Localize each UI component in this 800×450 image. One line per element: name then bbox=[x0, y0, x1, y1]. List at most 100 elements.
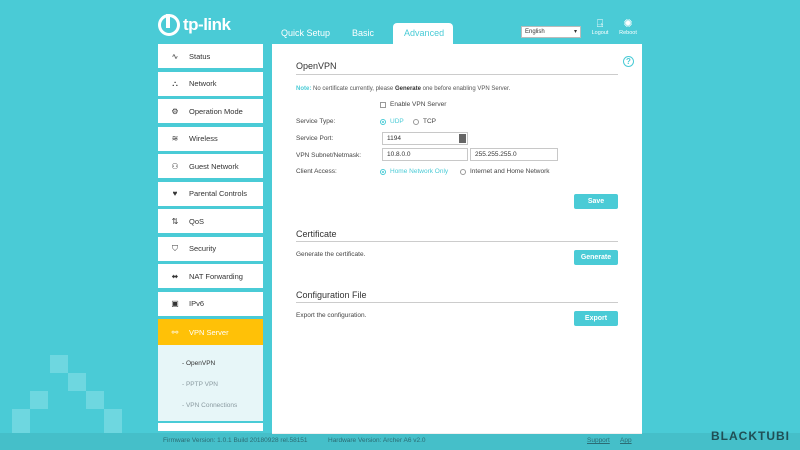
radio-dot bbox=[413, 118, 419, 125]
reboot-icon: ✺ bbox=[623, 18, 633, 30]
openvpn-note: Note: No certificate currently, please G… bbox=[296, 86, 510, 92]
configuration-file-title: Configuration File bbox=[296, 290, 367, 300]
wifi-icon: ≋ bbox=[171, 134, 179, 143]
sidebar-item-guest-network[interactable]: ⚇ Guest Network bbox=[158, 154, 263, 178]
logout-button[interactable]: ⍈ Logout bbox=[588, 18, 612, 36]
vpn-netmask-value: 255.255.255.0 bbox=[475, 151, 517, 158]
radio-dot bbox=[380, 168, 386, 175]
sidebar-item-status[interactable]: ∿ Status bbox=[158, 44, 263, 68]
logout-icon: ⍈ bbox=[596, 18, 604, 30]
generate-button[interactable]: Generate bbox=[574, 250, 618, 265]
sidebar-item-ipv6[interactable]: ▣ IPv6 bbox=[158, 291, 263, 316]
help-icon[interactable]: ? bbox=[623, 56, 634, 67]
decor-block bbox=[50, 355, 68, 373]
save-button[interactable]: Save bbox=[574, 194, 618, 209]
decor-block bbox=[12, 409, 30, 433]
sidebar-more bbox=[158, 423, 263, 431]
certificate-title: Certificate bbox=[296, 229, 337, 239]
operation-mode-icon: ⚙ bbox=[171, 106, 179, 116]
tp-link-logo: tp-link bbox=[158, 14, 231, 36]
checkbox-box bbox=[380, 101, 386, 108]
decor-block bbox=[86, 391, 104, 409]
vpn-subnet-label: VPN Subnet/Netmask: bbox=[296, 152, 362, 159]
divider bbox=[296, 74, 618, 75]
language-value: English bbox=[525, 29, 545, 35]
divider bbox=[296, 302, 618, 303]
network-icon: ⛬ bbox=[172, 78, 178, 88]
link-icon: ⚯ bbox=[171, 327, 179, 337]
reboot-button[interactable]: ✺ Reboot bbox=[616, 18, 640, 36]
logout-label: Logout bbox=[591, 30, 609, 36]
sidebar-item-parental-controls[interactable]: ♥ Parental Controls bbox=[158, 181, 263, 206]
note-label: Note: bbox=[296, 86, 312, 92]
sidebar-item-security[interactable]: ⛉ Security bbox=[158, 236, 263, 261]
enable-vpn-label: Enable VPN Server bbox=[390, 101, 447, 108]
sidebar-item-label: Operation Mode bbox=[189, 106, 243, 116]
watermark: BLACKTUBI bbox=[711, 429, 790, 443]
port-stepper-icon[interactable] bbox=[459, 134, 466, 143]
sidebar-item-vpn-server[interactable]: ⚯ VPN Server bbox=[158, 319, 263, 345]
tcp-radio[interactable]: TCP bbox=[413, 118, 436, 125]
sidebar-item-label: Security bbox=[189, 244, 217, 253]
submenu-item-openvpn[interactable]: - OpenVPN bbox=[158, 353, 263, 374]
configuration-file-desc: Export the configuration. bbox=[296, 312, 367, 319]
vpn-subnet-value: 10.8.0.0 bbox=[387, 151, 411, 158]
shield-icon: ⛉ bbox=[172, 243, 178, 253]
guest-icon: ⚇ bbox=[171, 161, 179, 171]
sidebar-item-label: NAT Forwarding bbox=[189, 271, 243, 281]
decor-block bbox=[104, 409, 122, 433]
sidebar-item-network[interactable]: ⛬ Network bbox=[158, 71, 263, 96]
pulse-icon: ∿ bbox=[171, 51, 179, 61]
sidebar-item-label: Wireless bbox=[189, 134, 218, 143]
service-port-input[interactable]: 1194 bbox=[382, 132, 468, 145]
note-text-end: one before enabling VPN Server. bbox=[420, 86, 511, 92]
service-port-value: 1194 bbox=[387, 135, 401, 142]
nat-icon: ⬌ bbox=[171, 271, 179, 281]
service-port-label: Service Port: bbox=[296, 135, 334, 142]
divider bbox=[296, 241, 618, 242]
tab-basic[interactable]: Basic bbox=[341, 23, 385, 44]
radio-dot bbox=[380, 118, 386, 125]
sidebar-item-nat-forwarding[interactable]: ⬌ NAT Forwarding bbox=[158, 264, 263, 288]
export-button[interactable]: Export bbox=[574, 311, 618, 326]
tab-quick-setup[interactable]: Quick Setup bbox=[270, 23, 341, 44]
client-access-label: Client Access: bbox=[296, 168, 337, 175]
certificate-desc: Generate the certificate. bbox=[296, 251, 366, 258]
app-link[interactable]: App bbox=[620, 437, 632, 444]
top-tabs: Quick Setup Basic Advanced bbox=[270, 23, 454, 44]
openvpn-title: OpenVPN bbox=[296, 61, 337, 71]
tcp-label: TCP bbox=[423, 118, 436, 125]
udp-label: UDP bbox=[390, 118, 404, 125]
vpn-submenu: - OpenVPN - PPTP VPN - VPN Connections bbox=[158, 345, 263, 421]
submenu-item-pptp-vpn[interactable]: - PPTP VPN bbox=[158, 374, 263, 395]
sidebar-item-wireless[interactable]: ≋ Wireless bbox=[158, 126, 263, 151]
enable-vpn-checkbox[interactable]: Enable VPN Server bbox=[380, 101, 446, 108]
reboot-label: Reboot bbox=[619, 30, 637, 36]
vpn-netmask-input[interactable]: 255.255.255.0 bbox=[470, 148, 558, 161]
home-network-only-radio[interactable]: Home Network Only bbox=[380, 168, 448, 175]
language-select[interactable]: English ▾ bbox=[521, 26, 581, 38]
sidebar-item-label: Parental Controls bbox=[189, 189, 247, 198]
sidebar-item-label: IPv6 bbox=[189, 299, 205, 308]
sidebar-item-label: VPN Server bbox=[189, 327, 229, 337]
decor-block bbox=[30, 391, 48, 409]
sidebar-item-qos[interactable]: ⇅ QoS bbox=[158, 209, 263, 233]
ipv6-icon: ▣ bbox=[171, 299, 179, 308]
qos-icon: ⇅ bbox=[171, 216, 179, 226]
vpn-subnet-input[interactable]: 10.8.0.0 bbox=[382, 148, 468, 161]
sidebar-item-operation-mode[interactable]: ⚙ Operation Mode bbox=[158, 99, 263, 123]
service-type-label: Service Type: bbox=[296, 118, 336, 125]
tab-advanced[interactable]: Advanced bbox=[393, 23, 454, 44]
note-bold: Generate bbox=[394, 86, 421, 92]
home-network-only-label: Home Network Only bbox=[390, 168, 449, 175]
submenu-item-vpn-connections[interactable]: - VPN Connections bbox=[158, 395, 263, 416]
firmware-version: Firmware Version: 1.0.1 Build 20180928 r… bbox=[163, 437, 308, 444]
radio-dot bbox=[460, 168, 466, 175]
support-link[interactable]: Support bbox=[587, 437, 610, 444]
internet-and-home-radio[interactable]: Internet and Home Network bbox=[460, 168, 549, 175]
decor-block bbox=[68, 373, 86, 391]
sidebar-item-label: QoS bbox=[189, 216, 205, 226]
note-text: No certificate currently, please bbox=[311, 86, 395, 92]
udp-radio[interactable]: UDP bbox=[380, 118, 404, 125]
chevron-down-icon: ▾ bbox=[573, 29, 577, 35]
